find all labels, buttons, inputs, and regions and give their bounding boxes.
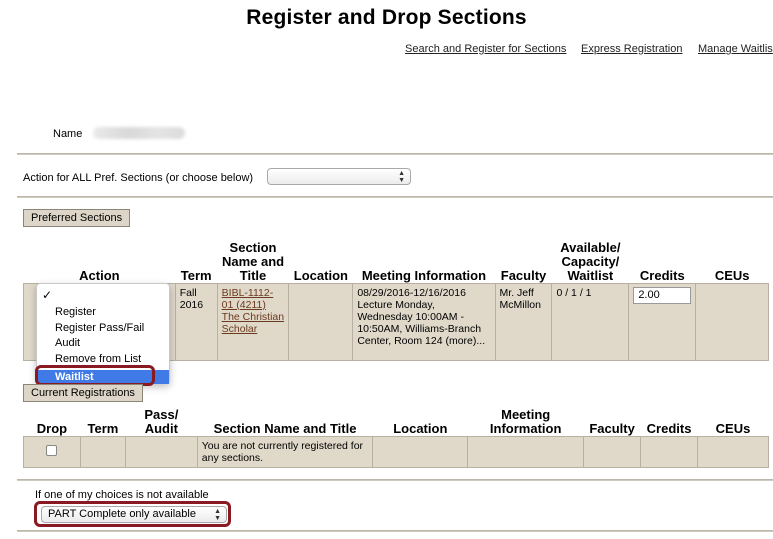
col-section: Section Name and Title — [213, 420, 357, 436]
col-section: Section Name and Title — [221, 239, 285, 283]
col-faculty: Faculty — [500, 267, 547, 283]
option-register-pass-fail[interactable]: Register Pass/Fail — [55, 322, 144, 334]
action-all-label: Action for ALL Pref. Sections (or choose… — [23, 172, 254, 184]
divider-top — [17, 153, 773, 155]
fallback-label: If one of my choices is not available — [35, 489, 209, 501]
col-action: Action — [79, 267, 120, 283]
credits-cell — [640, 435, 699, 468]
checkmark-icon: ✓ — [42, 288, 53, 302]
current-registrations-table: Drop Term Pass/ Audit Section Name and T… — [23, 405, 769, 468]
faculty-cell — [583, 435, 642, 468]
search-register-link[interactable]: Search and Register for Sections — [405, 43, 566, 55]
ceus-cell — [697, 435, 769, 468]
meeting-cell — [467, 435, 585, 468]
col-term: Term — [180, 267, 212, 283]
current-registrations-button[interactable]: Current Registrations — [23, 384, 143, 402]
term-cell — [79, 435, 126, 468]
page-title: Register and Drop Sections — [246, 6, 527, 29]
action-all-select[interactable]: ▲ ▼ — [267, 168, 411, 185]
divider-preferred — [17, 196, 773, 198]
col-faculty: Faculty — [589, 420, 635, 436]
col-location: Location — [393, 420, 448, 436]
col-drop: Drop — [36, 420, 68, 436]
waitlist-highlight — [35, 365, 155, 386]
empty-message: You are not currently registered for any… — [196, 435, 374, 468]
divider-bottom — [17, 479, 773, 481]
col-credits: Credits — [646, 420, 692, 436]
section-link[interactable]: BIBL-1112-01 (4211) The Christian Schola… — [222, 287, 284, 335]
pass-audit-cell — [124, 435, 198, 468]
option-register[interactable]: Register — [55, 306, 96, 318]
col-term: Term — [87, 420, 119, 436]
option-remove-from-list[interactable]: Remove from List — [55, 353, 141, 365]
col-pass-audit: Pass/ Audit — [144, 406, 179, 436]
fallback-highlight — [34, 501, 231, 527]
location-cell — [288, 282, 354, 361]
available-cell: 0 / 1 / 1 — [551, 282, 630, 361]
name-label: Name — [53, 128, 83, 140]
meeting-cell: 08/29/2016-12/16/2016 Lecture Monday, We… — [352, 282, 496, 361]
col-available: Available/ Capacity/ Waitlist — [560, 239, 621, 283]
drop-checkbox[interactable] — [46, 444, 58, 456]
drop-cell — [23, 435, 81, 468]
col-location: Location — [293, 267, 348, 283]
faculty-cell: Mr. Jeff McMillon — [494, 282, 553, 361]
term-cell: Fall 2016 — [174, 282, 218, 361]
col-credits: Credits — [639, 267, 685, 283]
name-value-redacted — [93, 127, 185, 139]
preferred-sections-button[interactable]: Preferred Sections — [23, 209, 131, 227]
ceus-cell — [695, 282, 769, 361]
section-cell: BIBL-1112-01 (4211) The Christian Schola… — [216, 282, 290, 361]
col-ceus: CEUs — [714, 267, 750, 283]
credits-cell — [628, 282, 697, 361]
col-meeting: Meeting Information — [489, 406, 562, 436]
location-cell — [372, 435, 469, 468]
col-meeting: Meeting Information — [361, 267, 487, 283]
table-row: You are not currently registered for any… — [23, 435, 769, 468]
select-updown-icon: ▲ ▼ — [398, 170, 405, 184]
option-audit[interactable]: Audit — [55, 337, 80, 349]
col-ceus: CEUs — [715, 420, 751, 436]
credits-input[interactable] — [633, 286, 692, 304]
express-registration-link[interactable]: Express Registration — [581, 43, 683, 55]
divider-end — [17, 530, 773, 532]
manage-waitlist-link[interactable]: Manage Waitlis — [698, 43, 773, 55]
